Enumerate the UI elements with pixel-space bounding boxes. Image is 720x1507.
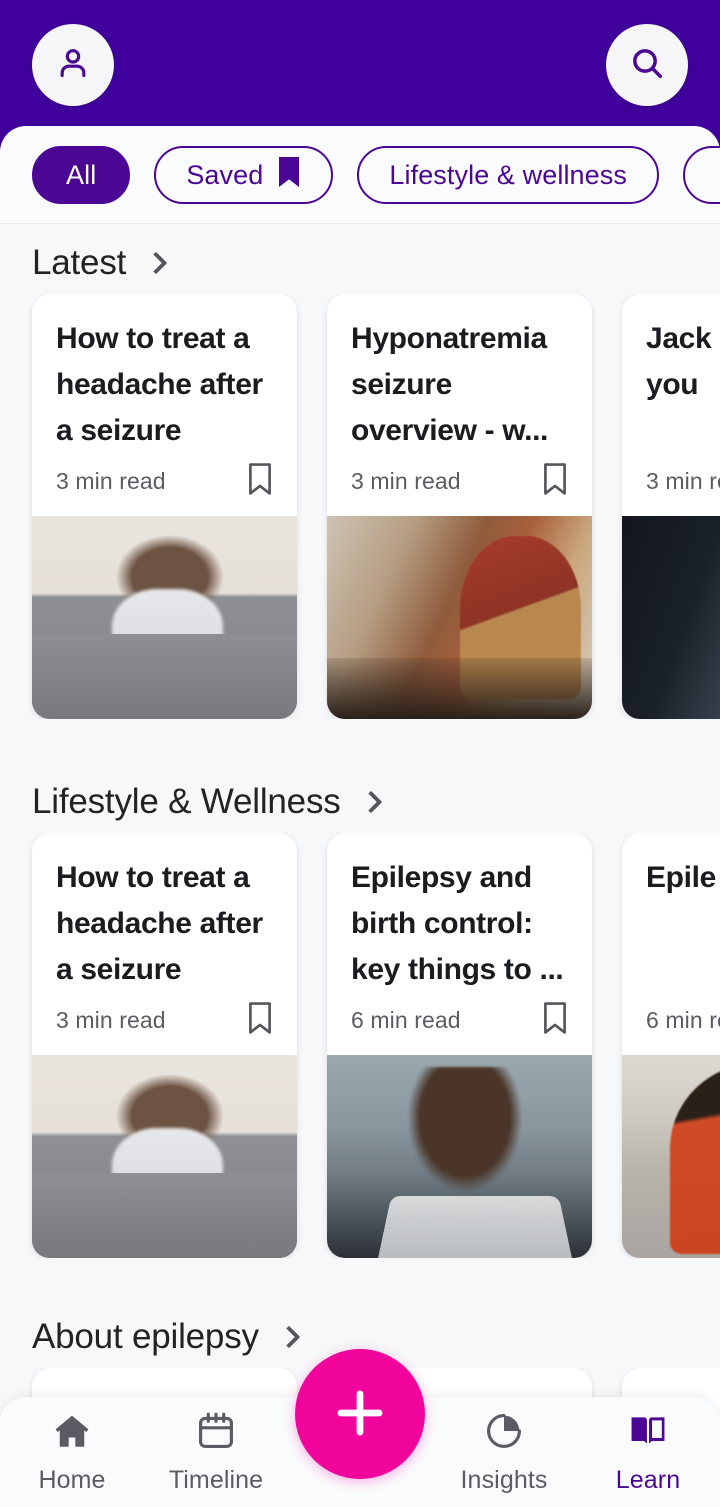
article-meta: 3 min re bbox=[622, 454, 720, 516]
filter-chip-all[interactable]: All bbox=[32, 146, 131, 204]
article-title: Epilepsy and birth control: key things t… bbox=[351, 861, 564, 986]
article-image bbox=[327, 516, 592, 719]
nav-label: Home bbox=[38, 1465, 106, 1494]
section-header-lifestyle-wellness[interactable]: Lifestyle & Wellness bbox=[0, 771, 720, 833]
chevron-right-icon bbox=[359, 790, 382, 814]
header-row bbox=[0, 22, 720, 107]
article-card[interactable]: How to treat a headache after a seizure … bbox=[32, 833, 297, 1258]
read-time-label: 3 min read bbox=[56, 467, 166, 494]
read-time-label: 3 min read bbox=[351, 467, 461, 494]
article-meta: 3 min read bbox=[32, 454, 297, 516]
bookmark-outline-icon[interactable] bbox=[542, 462, 568, 500]
plus-icon bbox=[329, 1382, 391, 1447]
read-time-label: 6 min re bbox=[646, 1006, 720, 1033]
article-title: Epile pregi how bbox=[646, 861, 720, 894]
article-card[interactable]: How to treat a headache after a seizure … bbox=[32, 294, 297, 719]
article-title: Jack seizu – you bbox=[646, 322, 720, 401]
article-card[interactable]: Epilepsy and birth control: key things t… bbox=[327, 833, 592, 1258]
nav-label: Timeline bbox=[168, 1465, 264, 1494]
article-image bbox=[327, 1055, 592, 1258]
article-meta: 3 min read bbox=[32, 993, 297, 1055]
article-card[interactable]: Hyponatremia seizure overview - w... 3 m… bbox=[327, 294, 592, 719]
article-title: How to treat a headache after a seizure bbox=[56, 322, 263, 447]
chevron-right-icon bbox=[277, 1325, 301, 1349]
article-card[interactable]: Jack seizu – you 3 min re bbox=[622, 294, 720, 719]
card-row-latest[interactable]: How to treat a headache after a seizure … bbox=[0, 294, 720, 719]
section-latest: Latest How to treat a headache after a s… bbox=[0, 224, 720, 719]
card-row-lifestyle-wellness[interactable]: How to treat a headache after a seizure … bbox=[0, 833, 720, 1258]
read-time-label: 3 min re bbox=[646, 467, 720, 494]
filter-chip-next[interactable] bbox=[682, 146, 720, 204]
section-title: About epilepsy bbox=[32, 1317, 259, 1356]
section-header-latest[interactable]: Latest bbox=[0, 232, 720, 294]
article-image bbox=[622, 516, 720, 719]
home-icon bbox=[51, 1410, 93, 1457]
filter-chip-saved[interactable]: Saved bbox=[154, 146, 334, 204]
filter-chip-label: Saved bbox=[186, 159, 264, 190]
article-meta: 6 min read bbox=[327, 993, 592, 1055]
section-lifestyle-wellness: Lifestyle & Wellness How to treat a head… bbox=[0, 719, 720, 1258]
nav-item-learn[interactable]: Learn bbox=[576, 1397, 720, 1507]
bookmark-filled-icon bbox=[277, 156, 301, 194]
pie-chart-icon bbox=[483, 1410, 525, 1457]
section-title: Latest bbox=[32, 243, 127, 282]
search-button[interactable] bbox=[606, 23, 688, 106]
filter-chip-label: All bbox=[66, 159, 97, 190]
open-book-icon bbox=[626, 1410, 670, 1457]
bookmark-outline-icon[interactable] bbox=[247, 462, 273, 500]
nav-item-timeline[interactable]: Timeline bbox=[144, 1397, 288, 1507]
filter-chip-bar: All Saved Lifestyle & wellness bbox=[0, 126, 720, 224]
filter-chip-label: Lifestyle & wellness bbox=[389, 159, 627, 190]
search-icon bbox=[627, 43, 667, 86]
person-icon bbox=[53, 43, 93, 86]
chevron-right-icon bbox=[144, 251, 168, 275]
bookmark-outline-icon[interactable] bbox=[247, 1001, 273, 1039]
article-title: Hyponatremia seizure overview - w... bbox=[351, 322, 549, 447]
article-image bbox=[32, 1055, 297, 1258]
bookmark-outline-icon[interactable] bbox=[542, 1001, 568, 1039]
article-meta: 6 min re bbox=[622, 993, 720, 1055]
nav-label: Learn bbox=[615, 1465, 681, 1494]
section-title: Lifestyle & Wellness bbox=[32, 782, 341, 821]
read-time-label: 6 min read bbox=[351, 1006, 461, 1033]
filter-chip-scroller[interactable]: All Saved Lifestyle & wellness bbox=[0, 126, 720, 224]
nav-item-insights[interactable]: Insights bbox=[432, 1397, 576, 1507]
filter-chip-lifestyle-wellness[interactable]: Lifestyle & wellness bbox=[357, 146, 659, 204]
add-entry-fab[interactable] bbox=[295, 1349, 425, 1479]
nav-label: Insights bbox=[460, 1465, 548, 1494]
calendar-icon bbox=[195, 1410, 237, 1457]
article-title: How to treat a headache after a seizure bbox=[56, 861, 263, 986]
nav-item-home[interactable]: Home bbox=[0, 1397, 144, 1507]
article-card[interactable]: Epile pregi how 6 min re bbox=[622, 833, 720, 1258]
article-image bbox=[622, 1055, 720, 1258]
article-image bbox=[32, 516, 297, 719]
article-meta: 3 min read bbox=[327, 454, 592, 516]
read-time-label: 3 min read bbox=[56, 1006, 166, 1033]
content-scroll-area[interactable]: Latest How to treat a headache after a s… bbox=[0, 224, 720, 1507]
profile-button[interactable] bbox=[32, 23, 114, 106]
